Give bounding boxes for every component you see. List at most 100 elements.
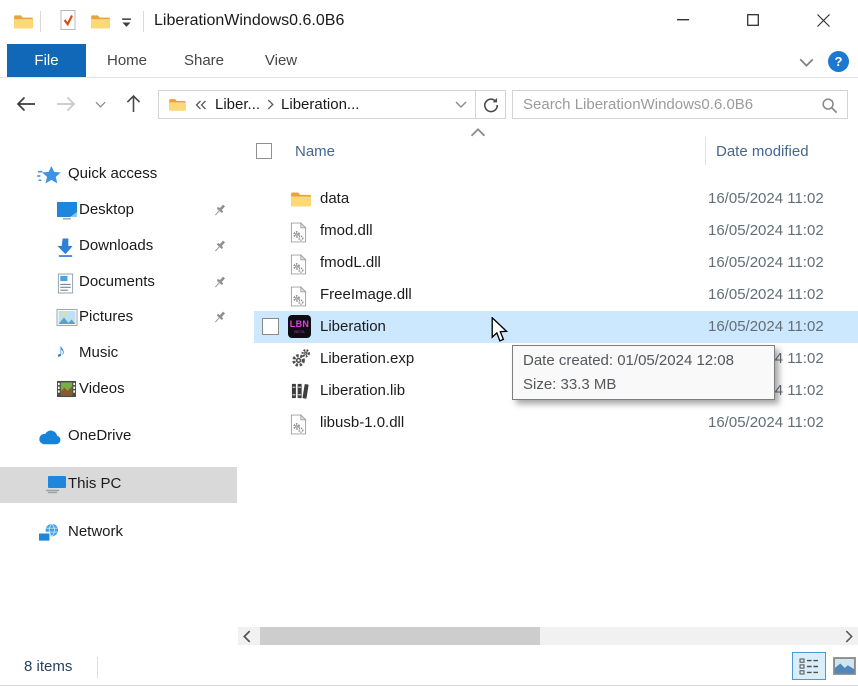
tab-share-label: Share <box>184 52 224 69</box>
column-header-name[interactable]: Name <box>295 143 335 160</box>
file-name: Liberation.lib <box>320 375 405 407</box>
breadcrumb-separator-icon[interactable] <box>267 99 274 110</box>
mouse-cursor <box>491 317 508 344</box>
this-pc-icon <box>44 475 68 494</box>
sidebar-item-desktop[interactable]: Desktop <box>0 193 237 229</box>
file-row-fmodL-dll[interactable]: fmodL.dll 16/05/2024 11:02 <box>238 247 858 279</box>
qat-customize-dropdown-icon[interactable] <box>121 18 132 28</box>
details-view-icon <box>799 658 819 675</box>
downloads-icon <box>56 237 75 257</box>
file-explorer-window: LiberationWindows0.6.0B6 File Home Share… <box>0 0 858 686</box>
lib-file-icon <box>290 381 311 401</box>
file-info-tooltip: Date created: 01/05/2024 12:08 Size: 33.… <box>512 345 775 400</box>
tab-share[interactable]: Share <box>170 44 238 77</box>
sidebar-item-label: Quick access <box>68 165 157 182</box>
scroll-left-icon <box>243 630 251 643</box>
close-button[interactable] <box>800 0 846 40</box>
liberation-app-icon: LBN BETA <box>288 315 311 338</box>
file-name: Liberation <box>320 311 386 343</box>
sidebar-item-label: Documents <box>79 273 155 290</box>
pin-icon <box>212 203 227 218</box>
address-dropdown-chevron-icon[interactable] <box>455 101 467 108</box>
quick-access-star-icon <box>37 165 62 186</box>
column-header-date-modified[interactable]: Date modified <box>716 143 809 160</box>
refresh-button[interactable] <box>476 97 505 113</box>
refresh-icon <box>483 97 499 113</box>
maximize-icon <box>747 14 759 26</box>
maximize-button[interactable] <box>730 0 776 40</box>
file-row-libusb-dll[interactable]: libusb-1.0.dll 16/05/2024 11:02 <box>238 407 858 439</box>
videos-icon <box>56 380 77 398</box>
up-icon[interactable] <box>126 94 141 113</box>
sort-ascending-chevron-icon[interactable] <box>470 128 486 137</box>
sidebar-item-label: Music <box>79 344 118 361</box>
tooltip-size: Size: 33.3 MB <box>523 373 764 397</box>
file-date-modified: 16/05/2024 11:02 <box>708 183 824 215</box>
file-row-fmod-dll[interactable]: fmod.dll 16/05/2024 11:02 <box>238 215 858 247</box>
search-input[interactable] <box>513 91 847 118</box>
sidebar-item-music[interactable]: ♪ Music <box>0 336 237 372</box>
tab-file-label: File <box>34 52 58 69</box>
row-checkbox[interactable] <box>262 318 279 335</box>
file-row-data[interactable]: data 16/05/2024 11:02 <box>238 183 858 215</box>
help-button[interactable]: ? <box>828 51 849 72</box>
file-row-freeimage-dll[interactable]: FreeImage.dll 16/05/2024 11:02 <box>238 279 858 311</box>
sidebar-item-label: This PC <box>68 475 121 492</box>
tab-home[interactable]: Home <box>96 44 158 77</box>
sidebar-item-videos[interactable]: Videos <box>0 372 237 408</box>
file-name: fmod.dll <box>320 215 373 247</box>
file-name: FreeImage.dll <box>320 279 412 311</box>
address-bar[interactable]: Liber... Liberation... <box>158 90 506 119</box>
file-date-modified: 16/05/2024 11:02 <box>708 279 824 311</box>
minimize-button[interactable] <box>660 0 706 40</box>
details-view-button[interactable] <box>792 652 826 680</box>
ribbon-collapse-chevron-icon[interactable] <box>799 58 814 67</box>
scrollbar-thumb[interactable] <box>260 627 540 645</box>
divider <box>97 657 98 678</box>
tab-file[interactable]: File <box>7 44 86 77</box>
file-row-liberation-selected[interactable]: LBN BETA Liberation 16/05/2024 11:02 <box>254 311 858 343</box>
sidebar-item-this-pc[interactable]: This PC <box>0 467 237 503</box>
tab-view[interactable]: View <box>248 44 314 77</box>
title-bar: LiberationWindows0.6.0B6 <box>0 0 858 44</box>
window-title: LiberationWindows0.6.0B6 <box>154 12 344 30</box>
breadcrumb-current[interactable]: Liberation... <box>279 96 361 113</box>
close-icon <box>817 14 830 27</box>
large-icons-view-button[interactable] <box>833 657 856 675</box>
sidebar-item-label: Downloads <box>79 237 153 254</box>
breadcrumb-parent[interactable]: Liber... <box>213 96 262 113</box>
qat-new-folder-icon[interactable] <box>90 13 111 30</box>
tooltip-date-created: Date created: 01/05/2024 12:08 <box>523 349 764 373</box>
onedrive-cloud-icon <box>37 429 62 446</box>
column-divider[interactable] <box>705 137 706 165</box>
sidebar-item-onedrive[interactable]: OneDrive <box>0 419 237 455</box>
horizontal-scrollbar[interactable] <box>238 627 858 645</box>
file-date-modified: 16/05/2024 11:02 <box>708 407 824 439</box>
file-date-modified: 16/05/2024 11:02 <box>708 311 824 343</box>
recent-locations-chevron-icon[interactable] <box>95 101 106 108</box>
minimize-icon <box>677 19 689 21</box>
sidebar-item-network[interactable]: Network <box>0 515 237 551</box>
sidebar-item-documents[interactable]: Documents <box>0 265 237 301</box>
sidebar-item-label: Network <box>68 523 123 540</box>
sidebar-item-pictures[interactable]: Pictures <box>0 300 237 336</box>
status-item-count: 8 items <box>24 658 72 675</box>
scroll-right-button[interactable] <box>840 627 858 645</box>
divider <box>143 11 144 32</box>
documents-icon <box>56 273 75 294</box>
desktop-icon <box>56 201 78 220</box>
search-icon[interactable] <box>821 97 838 114</box>
music-icon: ♪ <box>56 342 66 361</box>
qat-properties-check-icon[interactable] <box>57 9 79 31</box>
sidebar-item-downloads[interactable]: Downloads <box>0 229 237 265</box>
file-name: Liberation.exp <box>320 343 414 375</box>
search-box <box>512 90 848 119</box>
sidebar-item-quick-access[interactable]: Quick access <box>0 157 237 193</box>
window-folder-icon <box>13 13 34 30</box>
file-date-modified: 16/05/2024 11:02 <box>708 215 824 247</box>
select-all-checkbox[interactable] <box>256 143 272 159</box>
back-icon[interactable] <box>16 96 36 112</box>
scroll-left-button[interactable] <box>238 627 256 645</box>
breadcrumb-overflow-icon[interactable] <box>195 100 207 110</box>
tab-view-label: View <box>265 52 297 69</box>
